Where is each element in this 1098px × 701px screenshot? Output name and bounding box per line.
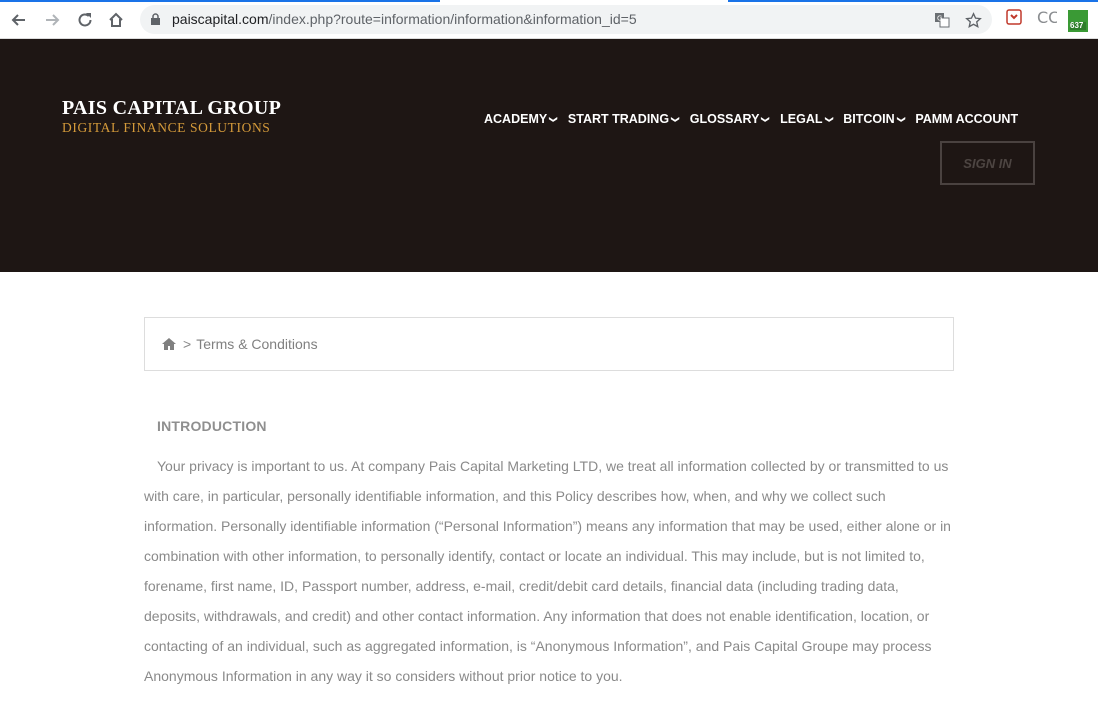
chevron-down-icon: ❯: [896, 115, 906, 123]
chevron-down-icon: ❯: [761, 115, 771, 123]
nav-item-bitcoin[interactable]: BITCOIN ❯: [843, 112, 906, 126]
address-bar[interactable]: paiscapital.com/index.php?route=informat…: [140, 5, 992, 34]
forward-icon[interactable]: [41, 9, 63, 31]
page-content: INTRODUCTION Your privacy is important t…: [144, 413, 956, 691]
bookmark-star-icon[interactable]: [964, 11, 982, 28]
nav-label: LEGAL: [780, 112, 823, 126]
cc-extension-icon[interactable]: CC: [1037, 9, 1057, 25]
url-text: paiscapital.com/index.php?route=informat…: [172, 11, 637, 27]
extension-badge-icon[interactable]: 637: [1068, 10, 1088, 32]
breadcrumb: > Terms & Conditions: [144, 317, 954, 371]
nav-item-academy[interactable]: ACADEMY ❯: [484, 112, 559, 126]
tab-indicator: [728, 0, 1098, 2]
chevron-down-icon: ❯: [670, 115, 680, 123]
extension-badge-count: 637: [1070, 21, 1084, 30]
breadcrumb-separator: >: [183, 336, 192, 352]
reload-icon[interactable]: [74, 9, 96, 31]
nav-label: START TRADING: [567, 112, 670, 126]
section-heading: INTRODUCTION: [157, 418, 267, 434]
nav-item-start-trading[interactable]: START TRADING ❯: [567, 112, 680, 126]
nav-label: PAMM ACCOUNT: [915, 112, 1019, 126]
chevron-down-icon: ❯: [824, 115, 834, 123]
lock-icon: [150, 13, 161, 31]
logo-title: PAIS CAPITAL GROUP: [62, 97, 282, 119]
home-icon[interactable]: [105, 9, 127, 31]
back-icon[interactable]: [8, 9, 30, 31]
browser-toolbar: paiscapital.com/index.php?route=informat…: [0, 0, 1098, 39]
svg-text:CC: CC: [1037, 9, 1057, 25]
sign-in-button[interactable]: SIGN IN: [940, 141, 1035, 185]
nav-item-glossary[interactable]: GLOSSARY ❯: [689, 112, 771, 126]
nav-label: ACADEMY: [484, 112, 548, 126]
tab-indicator: [0, 0, 440, 2]
nav-label: GLOSSARY: [689, 112, 760, 126]
svg-text:G: G: [937, 15, 942, 23]
site-header: PAIS CAPITAL GROUP DIGITAL FINANCE SOLUT…: [0, 39, 1098, 272]
nav-label: BITCOIN: [843, 112, 895, 126]
breadcrumb-current[interactable]: Terms & Conditions: [196, 336, 317, 352]
home-icon[interactable]: [162, 338, 176, 350]
site-logo[interactable]: PAIS CAPITAL GROUP DIGITAL FINANCE SOLUT…: [62, 97, 281, 136]
introduction-paragraph: Your privacy is important to us. At comp…: [144, 458, 951, 684]
pocket-extension-icon[interactable]: [1006, 9, 1022, 25]
translate-icon[interactable]: G: [933, 12, 951, 28]
nav-item-pamm-account[interactable]: PAMM ACCOUNT: [915, 112, 1018, 126]
logo-tagline: DIGITAL FINANCE SOLUTIONS: [62, 120, 271, 135]
main-nav: ACADEMY ❯ START TRADING ❯ GLOSSARY ❯ LEGAL ❯…: [484, 112, 1018, 126]
nav-item-legal[interactable]: LEGAL ❯: [780, 112, 834, 126]
chevron-down-icon: ❯: [549, 115, 559, 123]
